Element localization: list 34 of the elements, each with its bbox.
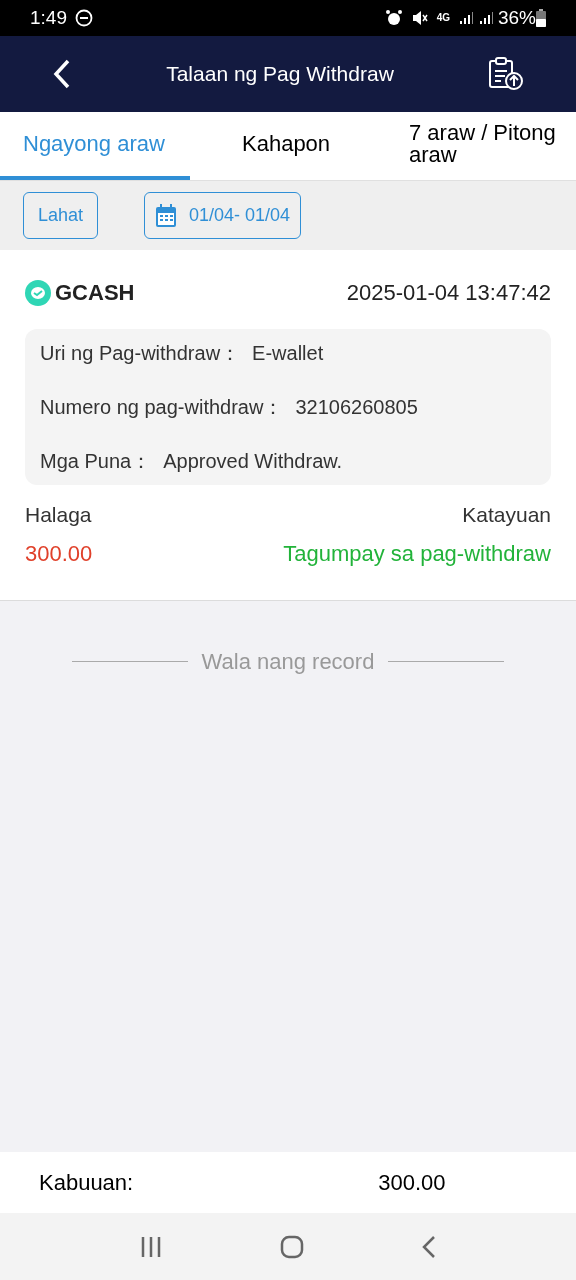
date-range-button[interactable]: 01/04- 01/04 <box>144 192 302 239</box>
detail-label: Uri ng Pag-withdraw： <box>40 341 241 365</box>
clock-time: 1:49 <box>30 5 67 30</box>
clipboard-upload-icon[interactable] <box>488 57 524 91</box>
detail-label: Mga Puna： <box>40 449 152 473</box>
detail-value: Approved Withdraw. <box>163 449 343 473</box>
record-datetime: 2025-01-04 13:47:42 <box>346 279 551 307</box>
tab[interactable]: 7 araw / Pitong araw <box>409 112 576 180</box>
home-icon[interactable] <box>280 1234 304 1259</box>
detail-value: 32106260805 <box>295 395 418 419</box>
status-label: Katayuan <box>462 502 551 528</box>
amount-value: 300.00 <box>25 539 93 568</box>
battery-percentage: 36% <box>497 5 536 30</box>
signal-icon <box>457 10 474 26</box>
alarm-icon <box>384 9 403 27</box>
mute-icon <box>410 9 429 27</box>
payment-method: GCASH <box>55 279 135 307</box>
total-value: 300.00 <box>378 1169 446 1197</box>
network-type: 4G <box>436 13 450 23</box>
battery-icon <box>536 9 546 27</box>
end-of-list-message: Wala nang record <box>201 647 375 676</box>
signal-icon <box>477 10 494 26</box>
calendar-icon <box>155 203 178 228</box>
detail-value: E-wallet <box>252 341 324 365</box>
do-not-disturb-icon <box>75 9 93 27</box>
status-value: Tagumpay sa pag-withdraw <box>283 539 551 568</box>
back-icon[interactable] <box>52 58 72 90</box>
tab[interactable]: Kahapon <box>190 112 409 180</box>
total-label: Kabuuan: <box>39 1169 134 1197</box>
wallet-logo-icon <box>25 279 51 306</box>
page-title: Talaan ng Pag Withdraw <box>165 61 395 88</box>
detail-label: Numero ng pag-withdraw： <box>40 395 284 419</box>
amount-label: Halaga <box>25 502 92 528</box>
all-filter-button[interactable]: Lahat <box>23 192 99 239</box>
